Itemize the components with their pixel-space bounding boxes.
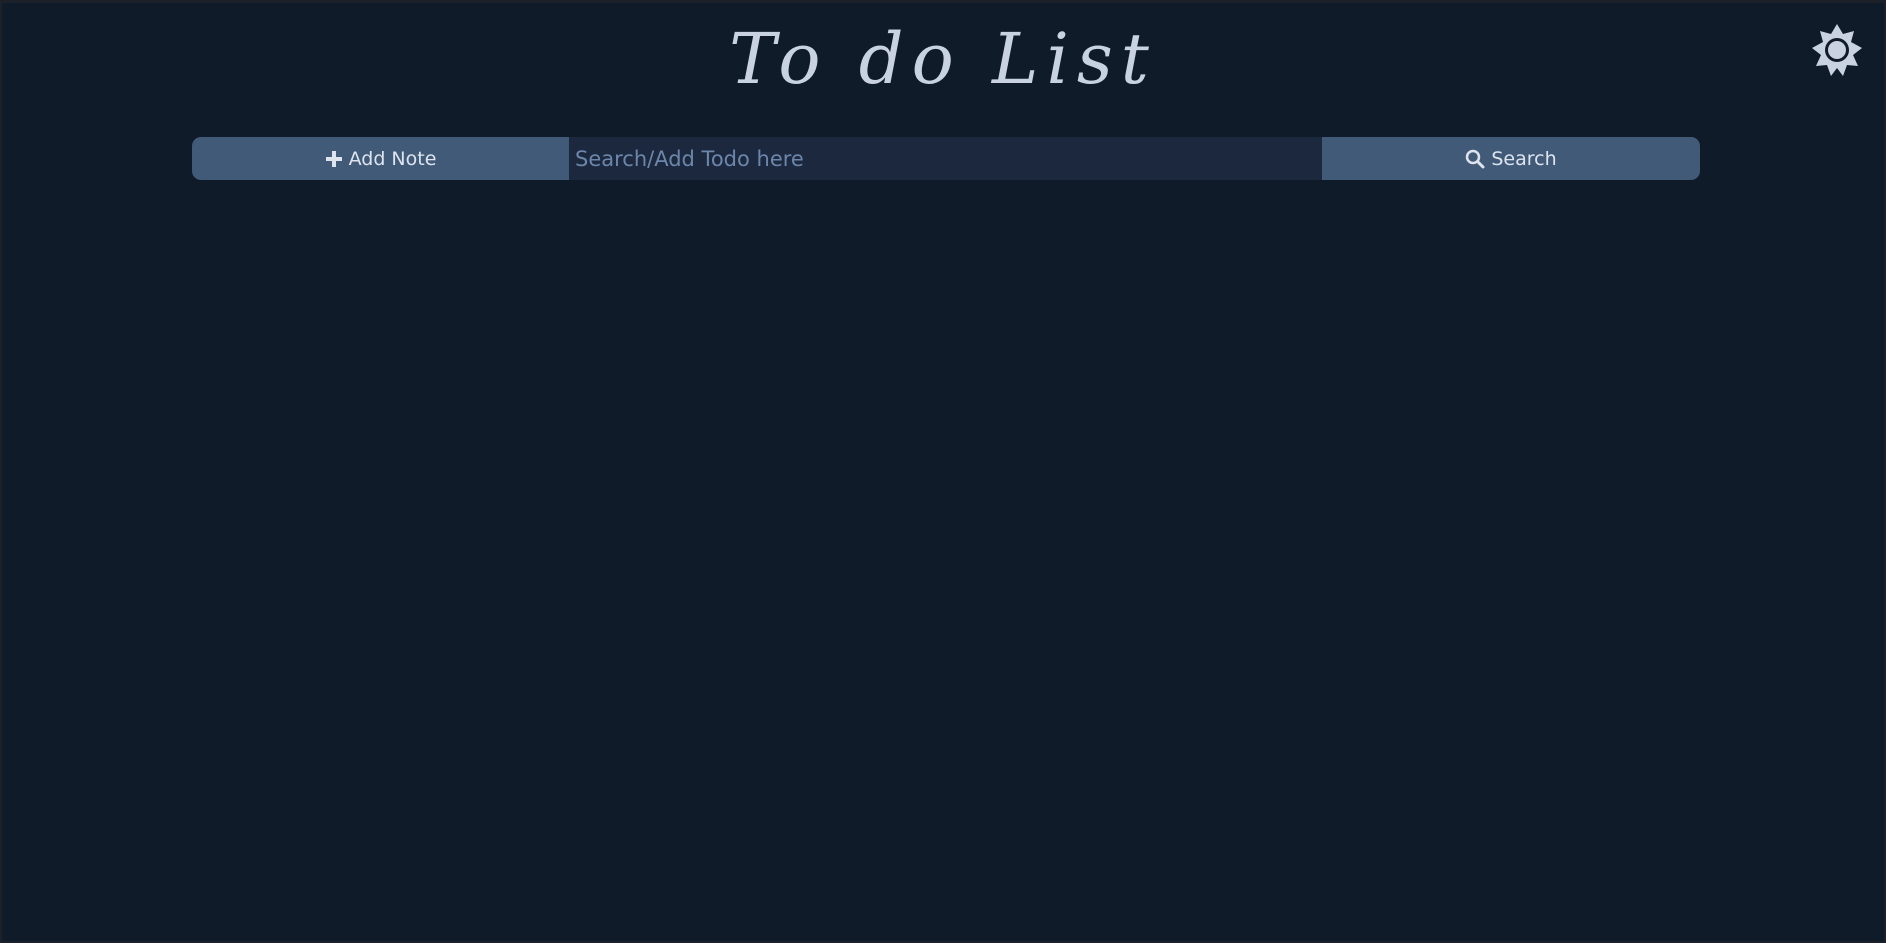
plus-icon [325,150,343,168]
search-label: Search [1491,147,1557,170]
theme-toggle-button[interactable] [1810,23,1864,77]
page-title: To do List [729,18,1157,100]
add-note-label: Add Note [348,147,437,170]
sun-icon [1810,23,1864,77]
search-button[interactable]: Search [1322,137,1700,180]
add-note-button[interactable]: Add Note [192,137,569,180]
search-input[interactable] [569,137,1322,180]
todo-toolbar: Add Note Search [192,137,1700,180]
search-icon [1465,149,1485,169]
